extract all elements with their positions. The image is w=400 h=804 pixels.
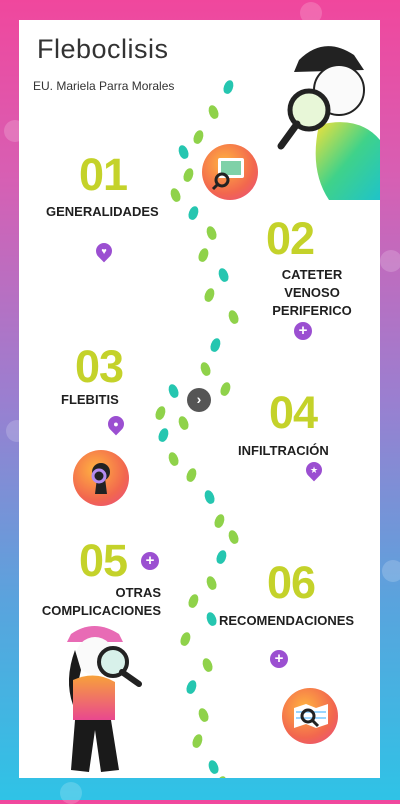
plus-icon[interactable]: + bbox=[294, 322, 312, 340]
section-number: 05 bbox=[79, 535, 128, 586]
footprint-icon bbox=[176, 414, 191, 432]
footprint-icon bbox=[198, 360, 213, 378]
footprint-icon bbox=[176, 143, 191, 161]
footprint-icon bbox=[166, 450, 181, 468]
section-label-flebitis[interactable]: FLEBITIS bbox=[61, 391, 119, 409]
footprint-icon bbox=[184, 678, 199, 696]
footprint-icon bbox=[226, 528, 241, 546]
footprint-icon bbox=[190, 732, 205, 750]
section-label-infiltracion[interactable]: INFILTRACIÓN bbox=[238, 442, 329, 460]
footprint-icon bbox=[178, 630, 193, 648]
footprint-icon bbox=[202, 488, 217, 506]
infographic-card: Fleboclisis EU. Mariela Parra Morales 01… bbox=[19, 20, 380, 778]
background-paw-icon bbox=[60, 782, 82, 804]
footprint-icon bbox=[221, 78, 236, 96]
section-number: 06 bbox=[267, 557, 316, 608]
next-button[interactable]: › bbox=[187, 388, 211, 412]
footprint-icon bbox=[166, 382, 181, 400]
section-label-recomendaciones[interactable]: RECOMENDACIONES bbox=[219, 612, 354, 630]
footprint-icon bbox=[181, 166, 196, 184]
map-badge-icon[interactable] bbox=[282, 688, 338, 744]
footprint-icon bbox=[153, 404, 168, 422]
section-label-generalidades[interactable]: GENERALIDADES bbox=[46, 203, 159, 221]
footprint-icon bbox=[202, 286, 217, 304]
footprint-icon bbox=[218, 380, 233, 398]
section-number: 01 bbox=[79, 149, 128, 200]
footprint-icon bbox=[204, 574, 219, 592]
background-paw-icon bbox=[382, 560, 400, 582]
page-title: Fleboclisis bbox=[37, 34, 169, 64]
section-number: 02 bbox=[266, 213, 315, 264]
detective-illustration bbox=[277, 46, 380, 200]
section-label-otras-complicaciones[interactable]: OTRAS COMPLICACIONES bbox=[23, 584, 161, 620]
footprint-icon bbox=[204, 610, 219, 628]
footprint-icon bbox=[204, 224, 219, 242]
background-paw-icon bbox=[380, 250, 400, 272]
footprint-icon bbox=[196, 246, 211, 264]
footprint-icon bbox=[216, 266, 231, 284]
footprint-icon bbox=[191, 128, 206, 146]
star-pin-icon[interactable]: ★ bbox=[302, 458, 326, 482]
footprint-icon bbox=[184, 466, 199, 484]
footprint-icon bbox=[208, 336, 223, 354]
girl-detective-illustration bbox=[67, 626, 142, 772]
eye-pin-icon[interactable]: ● bbox=[104, 412, 128, 436]
heart-pin-icon[interactable]: ♥ bbox=[92, 239, 116, 263]
footprint-icon bbox=[186, 592, 201, 610]
footprint-icon bbox=[168, 186, 183, 204]
keyhole-badge-icon[interactable] bbox=[73, 450, 129, 506]
footprint-icon bbox=[214, 774, 229, 778]
plus-icon[interactable]: + bbox=[141, 552, 159, 570]
footprint-icon bbox=[212, 512, 227, 530]
footprint-icon bbox=[206, 758, 221, 776]
footprint-icon bbox=[186, 204, 201, 222]
footprint-icon bbox=[226, 308, 241, 326]
author-name: EU. Mariela Parra Morales bbox=[33, 79, 175, 93]
footprint-icon bbox=[206, 103, 221, 121]
gallery-badge-icon[interactable] bbox=[202, 144, 258, 200]
footprint-icon bbox=[196, 706, 211, 724]
footprint-icon bbox=[156, 426, 171, 444]
section-number: 04 bbox=[269, 387, 318, 438]
section-label-cateter[interactable]: CATETER VENOSO PERIFERICO bbox=[257, 266, 367, 320]
footprint-icon bbox=[214, 548, 229, 566]
footprint-icon bbox=[200, 656, 215, 674]
section-number: 03 bbox=[75, 341, 124, 392]
plus-icon[interactable]: + bbox=[270, 650, 288, 668]
